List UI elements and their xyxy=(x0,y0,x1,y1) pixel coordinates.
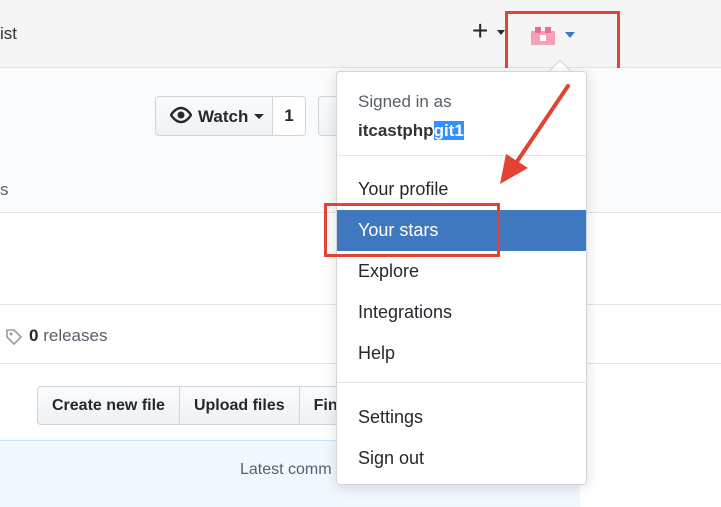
tag-icon xyxy=(6,329,23,346)
latest-commit-text: Latest comm xyxy=(240,461,332,478)
menu-item-explore[interactable]: Explore xyxy=(337,251,586,292)
menu-item-sign-out[interactable]: Sign out xyxy=(337,438,586,479)
menu-item-help[interactable]: Help xyxy=(337,333,586,374)
signed-in-username: itcastphpgit1 xyxy=(358,121,464,141)
watch-label: Watch xyxy=(198,107,249,126)
releases-link[interactable]: 0 releases xyxy=(29,326,107,346)
signed-in-label: Signed in as xyxy=(358,92,452,111)
annotation-box-your-stars xyxy=(324,203,500,257)
releases-label: releases xyxy=(43,326,108,345)
chevron-down-icon xyxy=(254,114,264,119)
watch-count[interactable]: 1 xyxy=(272,96,306,136)
upload-files-button[interactable]: Upload files xyxy=(178,386,300,425)
username-selected-text: git1 xyxy=(433,121,464,140)
watch-button[interactable]: Watch xyxy=(155,96,273,136)
file-button-group: Create new file Upload files Find xyxy=(37,386,363,425)
create-new-file-button[interactable]: Create new file xyxy=(37,386,180,425)
chevron-down-icon xyxy=(497,30,505,35)
menu-item-settings[interactable]: Settings xyxy=(337,397,586,438)
header-title-fragment: ist xyxy=(0,24,17,43)
menu-item-integrations[interactable]: Integrations xyxy=(337,292,586,333)
arrow-icon xyxy=(500,84,570,184)
username-prefix: itcastphp xyxy=(358,121,434,140)
releases-count: 0 xyxy=(29,326,39,345)
repo-tab-fragment[interactable]: s xyxy=(0,180,9,200)
eye-icon xyxy=(170,106,192,124)
dropdown-divider xyxy=(337,382,586,383)
